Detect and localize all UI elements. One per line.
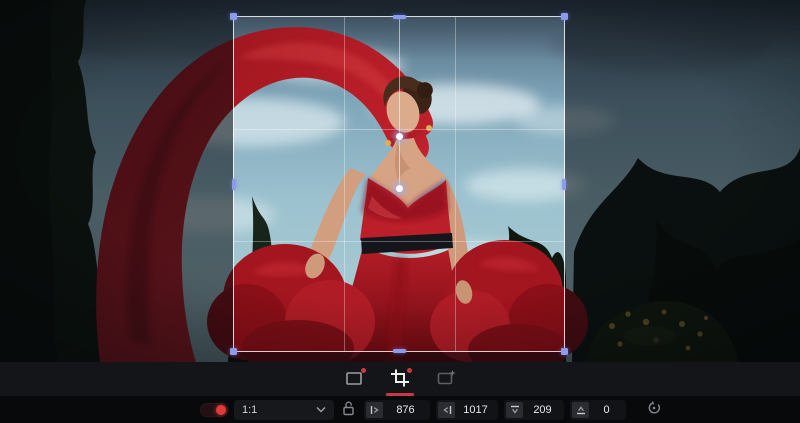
- reset-button[interactable]: [644, 400, 664, 420]
- crop-right-value[interactable]: 1017: [455, 404, 496, 416]
- aspect-lock-button[interactable]: [340, 400, 356, 420]
- tab-crop[interactable]: [383, 365, 417, 396]
- aspect-ratio-dropdown[interactable]: 1:1: [234, 399, 334, 420]
- crop-left-icon[interactable]: [366, 401, 383, 418]
- tab-transform[interactable]: [337, 365, 371, 393]
- crop-control-bar: 1:1 876 1017 209 0: [0, 396, 800, 423]
- lock-open-icon: [342, 400, 355, 419]
- crop-rectangle[interactable]: [230, 13, 568, 355]
- crop-handle-sw[interactable]: [230, 348, 237, 355]
- crop-handle-n[interactable]: [393, 15, 406, 19]
- notification-dot: [361, 368, 366, 373]
- tab-reframe[interactable]: [429, 365, 463, 393]
- preview-canvas[interactable]: [0, 0, 800, 362]
- grid-line-horizontal-2: [234, 241, 564, 242]
- crop-bottom-icon[interactable]: [572, 401, 589, 418]
- tool-tab-bar: [0, 362, 800, 396]
- crop-right-field: 1017: [436, 399, 498, 420]
- reset-icon: [646, 400, 662, 419]
- crop-top-icon[interactable]: [506, 401, 523, 418]
- aspect-ratio-value: 1:1: [242, 403, 258, 416]
- center-pivot-dot[interactable]: [396, 185, 403, 192]
- reframe-icon: [435, 367, 457, 392]
- crop-left-value[interactable]: 876: [383, 404, 428, 416]
- rotation-axis-line: [399, 17, 400, 188]
- crop-right-icon[interactable]: [438, 401, 455, 418]
- crop-left-field: 876: [364, 399, 430, 420]
- crop-tool-window: 1:1 876 1017 209 0: [0, 0, 800, 423]
- grid-line-vertical-1: [344, 17, 345, 351]
- rotate-handle-dot[interactable]: [396, 133, 403, 140]
- crop-handle-nw[interactable]: [230, 13, 237, 20]
- crop-bottom-value[interactable]: 0: [589, 404, 624, 416]
- chevron-down-icon: [316, 404, 326, 416]
- crop-top-field: 209: [504, 399, 564, 420]
- toggle-knob: [216, 404, 226, 415]
- crop-handle-w[interactable]: [232, 179, 236, 190]
- crop-handle-se[interactable]: [561, 348, 568, 355]
- crop-bottom-field: 0: [570, 399, 626, 420]
- crop-top-value[interactable]: 209: [523, 404, 562, 416]
- crop-handle-ne[interactable]: [561, 13, 568, 20]
- crop-enable-toggle[interactable]: [200, 402, 228, 417]
- crop-handle-e[interactable]: [562, 179, 566, 190]
- grid-line-vertical-2: [455, 17, 456, 351]
- notification-dot: [407, 368, 412, 373]
- crop-handle-s[interactable]: [393, 349, 406, 353]
